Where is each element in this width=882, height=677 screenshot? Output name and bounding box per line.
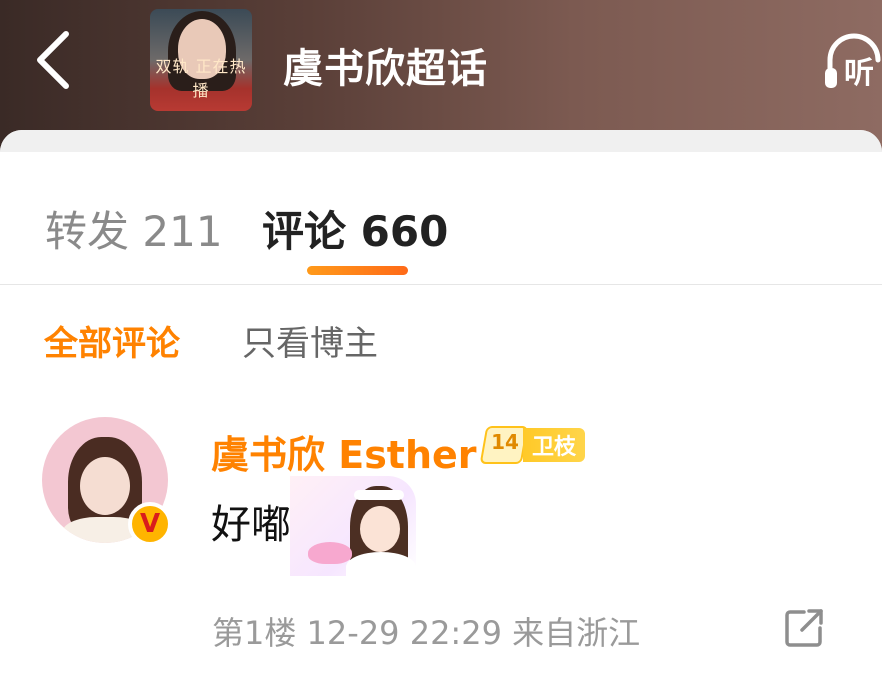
comment-username[interactable]: 虞书欣 Esther [211,424,477,479]
tab-repost-count: 211 [142,207,223,256]
verified-v-icon: V [128,502,172,546]
tabs-divider [0,284,882,285]
listen-button[interactable]: 听 [822,28,882,91]
back-chevron-icon [37,31,69,89]
comment-text: 好嘟 [211,502,291,548]
filter-all-comments[interactable]: 全部评论 [44,316,180,365]
sticker-headband [354,490,404,500]
comment-datetime: 12-29 22:29 [306,614,502,652]
tab-comment-label: 评论 [262,207,347,256]
sheet-top-band [0,130,882,152]
topic-cover-image[interactable]: 双轨 正在热播 [150,9,252,111]
share-button[interactable] [782,606,826,650]
tab-repost[interactable]: 转发 211 [45,198,223,259]
cover-caption: 双轨 正在热播 [155,57,247,100]
comment-location: 来自浙江 [512,614,641,652]
fan-badge-label: 卫枝 [523,428,585,462]
fan-level-badge[interactable]: 14 卫枝 [479,426,587,464]
sticker-body [346,552,416,576]
sticker-whale [308,542,352,564]
tab-repost-label: 转发 [45,207,130,256]
tab-comment-count: 660 [360,207,449,256]
filter-author-only[interactable]: 只看博主 [242,316,378,365]
comment-sticker-image[interactable] [290,476,416,576]
fan-level-number: 14 [491,430,519,454]
tab-comment[interactable]: 评论 660 [262,198,448,259]
comment-floor: 第1楼 [212,614,297,652]
sticker-face [360,506,400,552]
page-title: 虞书欣超话 [283,46,488,92]
comment-meta: 第1楼 12-29 22:29 来自浙江 [212,608,640,654]
share-icon [785,609,823,647]
avatar-face [80,457,130,515]
back-button[interactable] [30,28,80,92]
listen-label: 听 [844,56,874,91]
active-tab-indicator [307,266,408,275]
